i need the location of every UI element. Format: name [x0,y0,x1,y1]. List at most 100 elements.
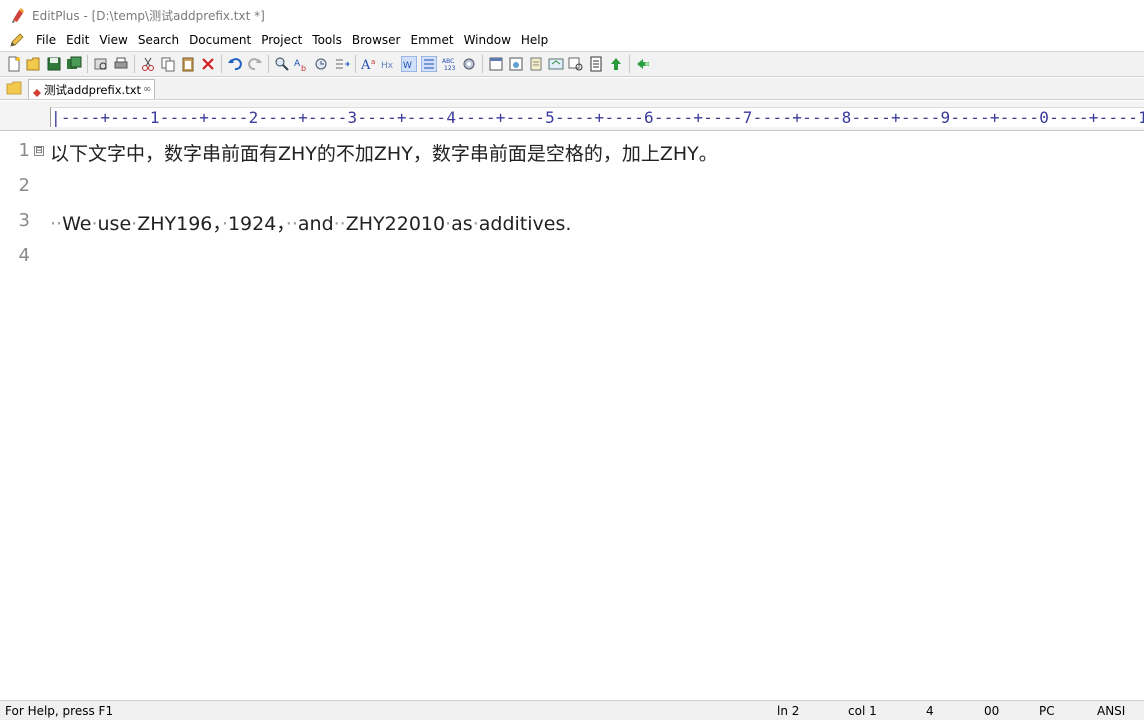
menu-bar: File Edit View Search Document Project T… [0,30,1144,50]
line-number: 4 [18,245,30,266]
browser-preview-icon[interactable] [506,54,525,74]
toolbar-separator [268,55,269,73]
new-file-icon[interactable] [4,54,23,74]
menu-window[interactable]: Window [459,31,516,49]
toolbar-separator [629,55,630,73]
save-all-icon[interactable] [64,54,83,74]
menu-project[interactable]: Project [256,31,307,49]
title-bar: EditPlus - [D:\temp\测试addprefix.txt *] [0,0,1144,30]
code-line[interactable]: ··We·use·ZHY196，·1924，··and··ZHY22010·as… [50,209,571,236]
status-count: 4 [926,704,934,718]
line-text: as [451,213,473,235]
upload-icon[interactable] [606,54,625,74]
svg-text:123: 123 [444,65,456,72]
status-line: ln 2 [777,704,800,718]
pencil-icon[interactable] [9,32,25,48]
save-icon[interactable] [44,54,63,74]
menu-file[interactable]: File [31,31,61,49]
whitespace-marker: ·· [285,213,298,235]
tab-close-icon[interactable]: ∞ [143,84,151,95]
line-number-gutter[interactable]: 1 ⊟ 2 3 4 [0,132,48,698]
cliptext-icon[interactable] [526,54,545,74]
toolbar-separator [134,55,135,73]
spell-check-icon[interactable]: ABC 123 [439,54,458,74]
word-wrap-icon[interactable]: W [399,54,418,74]
text-editor[interactable]: 1 ⊟ 2 3 4 以下文字中，数字串前面有ZHY的不加ZHY，数字串前面是空格的，加上… [0,132,1144,698]
svg-text:A: A [294,59,301,69]
fold-toggle-icon[interactable]: ⊟ [34,146,44,156]
paste-icon[interactable] [178,54,197,74]
print-preview-icon[interactable] [91,54,110,74]
menu-help[interactable]: Help [516,31,553,49]
menu-document[interactable]: Document [184,31,256,49]
code-line[interactable]: 以下文字中，数字串前面有ZHY的不加ZHY，数字串前面是空格的，加上ZHY。 [50,139,718,166]
whitespace-marker: ·· [50,213,63,235]
replace-icon[interactable]: Ab [292,54,311,74]
tab-label: 测试addprefix.txt [44,82,142,97]
hex-view-icon[interactable]: Hx [379,54,398,74]
document-tab-bar: 测试addprefix.txt ∞ [0,78,1144,100]
line-text: ZHY22010 [345,213,446,235]
find-icon[interactable] [272,54,291,74]
menu-tools[interactable]: Tools [307,31,347,49]
svg-text:a: a [371,58,375,66]
goto-icon[interactable] [312,54,331,74]
modified-indicator-icon [33,86,41,97]
font-size-icon[interactable]: Aa [359,54,378,74]
tab-document[interactable]: 测试addprefix.txt ∞ [28,79,156,99]
status-bar: For Help, press F1 ln 2 col 1 4 00 PC AN… [0,700,1144,720]
toolbar-separator [355,55,356,73]
cut-icon[interactable] [138,54,157,74]
settings-gear-icon[interactable] [459,54,478,74]
toolbar-separator [221,55,222,73]
redo-icon[interactable] [245,54,264,74]
copy-icon[interactable] [158,54,177,74]
open-folder-icon[interactable] [24,54,43,74]
directory-icon[interactable] [546,54,565,74]
menu-edit[interactable]: Edit [61,31,94,49]
status-help: For Help, press F1 [5,704,114,718]
line-number-icon[interactable] [419,54,438,74]
menu-browser[interactable]: Browser [347,31,406,49]
run-icon[interactable] [633,54,652,74]
svg-text:W: W [403,61,412,71]
line-number: 3 [18,210,30,231]
folder-icon[interactable] [6,81,22,95]
menu-view[interactable]: View [94,31,132,49]
whitespace-marker: ·· [333,213,346,235]
search-files-icon[interactable] [566,54,585,74]
ftp-icon[interactable] [586,54,605,74]
window-title: EditPlus - [D:\temp\测试addprefix.txt *] [32,8,265,23]
line-text: 以下文字中，数字串前面有ZHY的不加ZHY，数字串前面是空格的，加上ZHY。 [50,143,718,165]
line-text: 1924， [227,213,286,235]
line-text: ZHY196， [137,213,222,235]
undo-icon[interactable] [225,54,244,74]
line-number: 1 [18,140,30,161]
ruler-scale: |----+----1----+----2----+----3----+----… [51,108,1144,127]
line-text: We [62,213,92,235]
window-icon[interactable] [486,54,505,74]
line-text: use [97,213,132,235]
toolbar-separator [482,55,483,73]
toolbar-separator [87,55,88,73]
menu-search[interactable]: Search [133,31,184,49]
delete-icon[interactable] [198,54,217,74]
line-text: and [297,213,334,235]
toolbar: Ab Aa Hx W ABC 123 [0,51,1144,77]
print-icon[interactable] [111,54,130,74]
status-encoding: ANSI [1097,704,1126,718]
status-file-mode: PC [1039,704,1055,718]
svg-text:Hx: Hx [381,61,394,71]
editplus-app-icon[interactable] [10,7,26,23]
svg-text:A: A [361,58,371,72]
menu-emmet[interactable]: Emmet [406,31,459,49]
svg-text:b: b [301,64,306,72]
status-code: 00 [984,704,1000,718]
svg-text:ABC: ABC [442,58,454,65]
status-column: col 1 [848,704,877,718]
line-number: 2 [18,175,30,196]
column-ruler[interactable]: |----+----1----+----2----+----3----+----… [50,107,1144,127]
insert-icon[interactable] [332,54,351,74]
ruler-area: |----+----1----+----2----+----3----+----… [0,101,1144,131]
line-text: additives. [478,213,572,235]
